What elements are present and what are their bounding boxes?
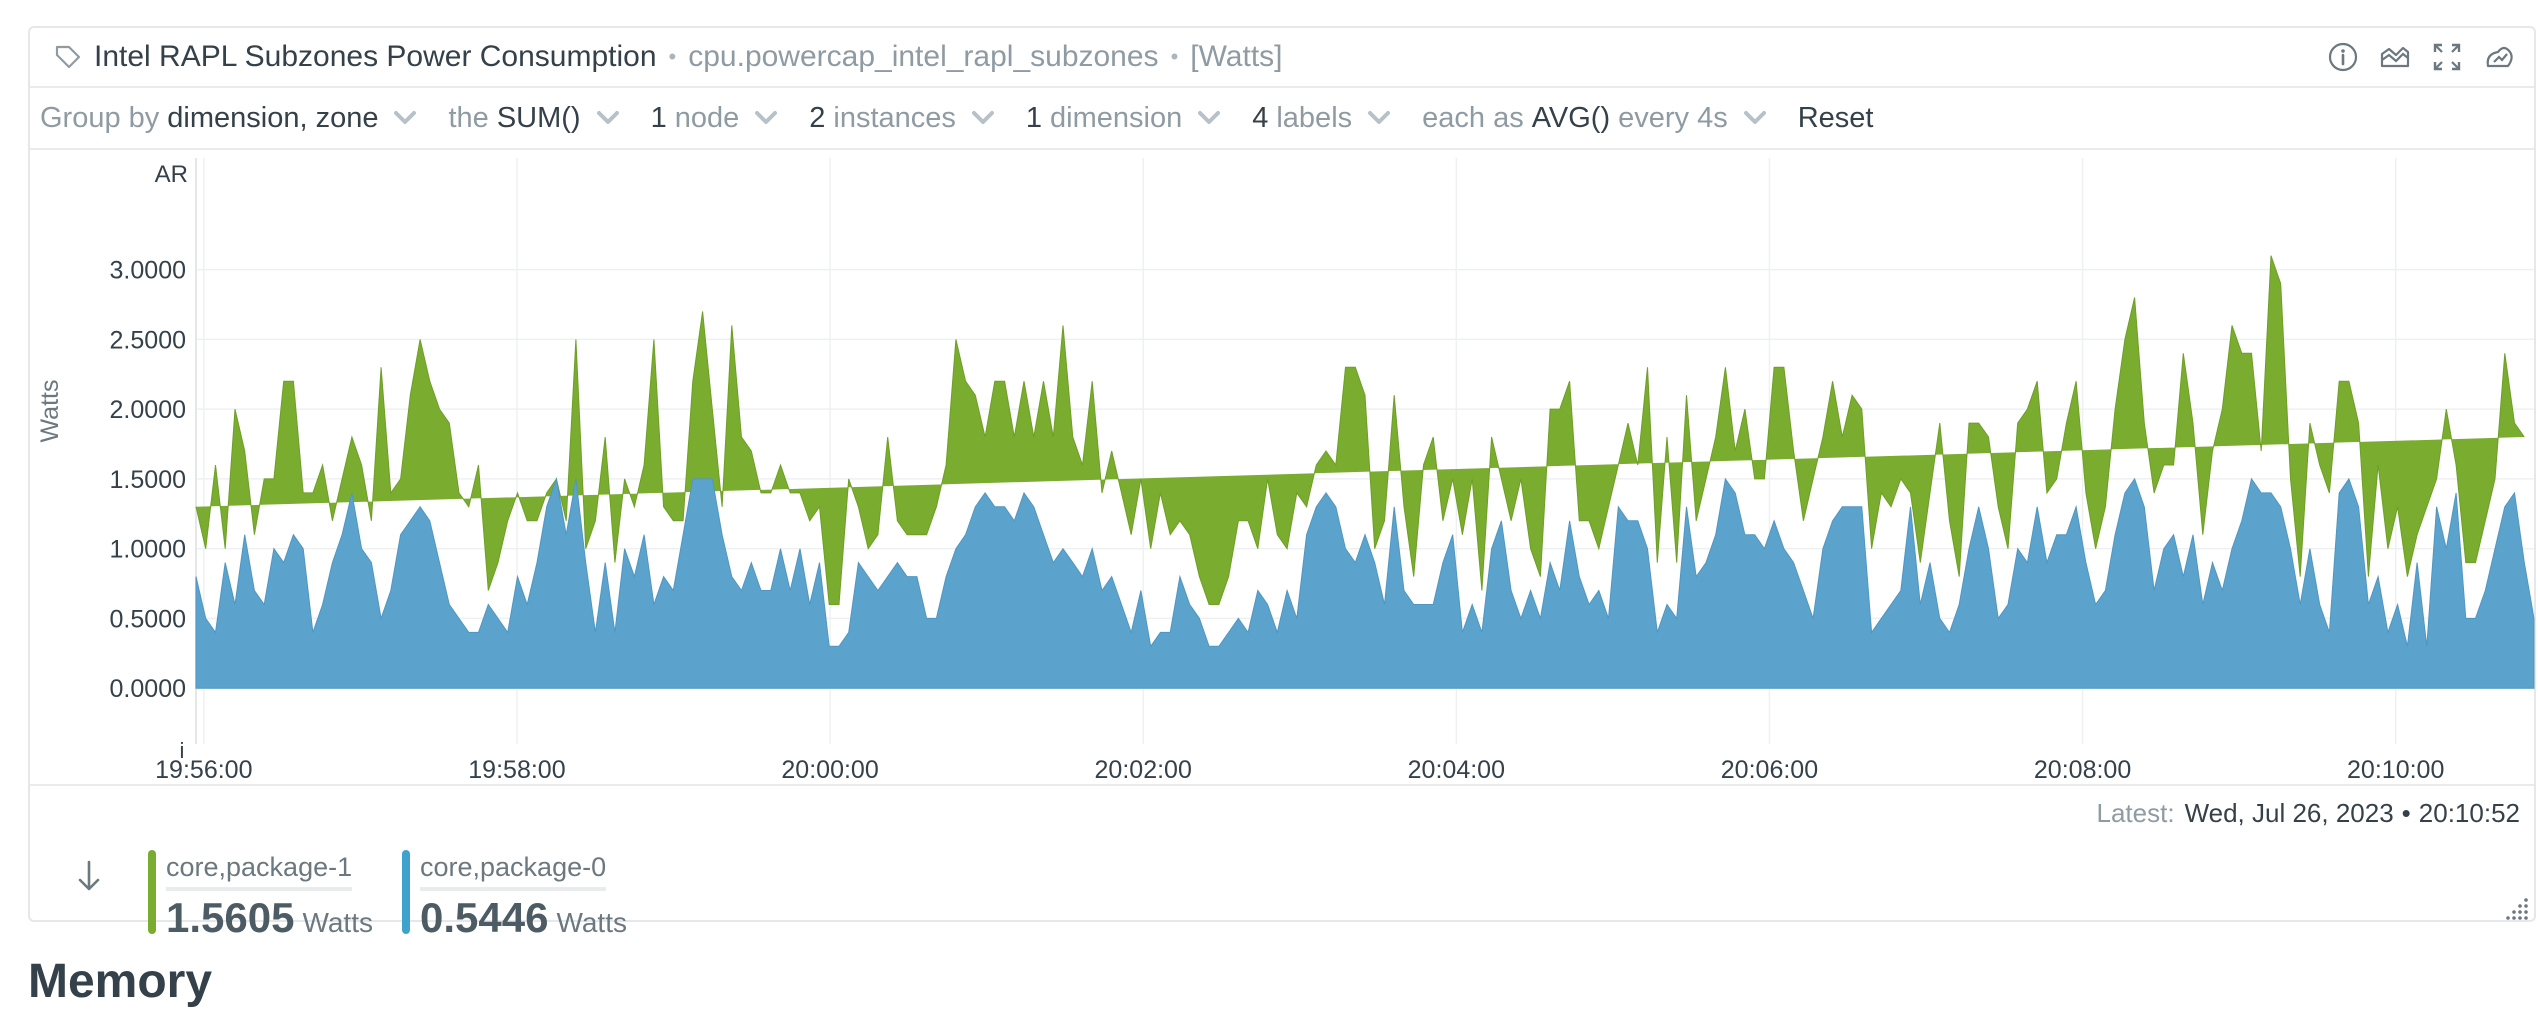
x-tick-label: 20:02:00 — [1095, 756, 1192, 784]
legend-value: 0.5446 Watts — [420, 894, 627, 942]
chart-plot-area[interactable]: 0.0000 0.5000 1.0000 1.5000 2.0000 2.5000 3.00… — [30, 150, 2538, 784]
x-tick-label: 20:08:00 — [2034, 756, 2131, 784]
chevron-down-icon — [1743, 111, 1766, 124]
labels-dropdown[interactable]: 4 labels — [1252, 102, 1392, 135]
aggregation-prefix: the — [448, 101, 489, 134]
nodes-label: node — [674, 101, 740, 134]
group-by-value: dimension, zone — [167, 101, 379, 134]
group-by-dropdown[interactable]: Group by dimension, zone — [40, 102, 418, 135]
chevron-down-icon — [394, 111, 417, 124]
latest-label: Latest: — [2096, 798, 2175, 828]
legend-value: 1.5605 Watts — [166, 894, 373, 942]
y-axis-corner-label: AR — [155, 161, 188, 188]
x-tick-label: 20:10:00 — [2347, 756, 2444, 784]
y-tick-label: 0.5000 — [110, 605, 186, 633]
chart-title-bar: Intel RAPL Subzones Power Consumption • … — [30, 28, 2534, 88]
nodes-dropdown[interactable]: 1 node — [651, 102, 780, 135]
x-axis-corner-label: i — [180, 738, 185, 763]
latest-time: 20:10:52 — [2418, 798, 2520, 828]
section-heading: Memory — [28, 955, 213, 1008]
x-tick-label: 20:00:00 — [781, 756, 878, 784]
tag-icon — [55, 45, 81, 69]
every-label: every 4s — [1618, 101, 1728, 134]
x-tick-label: 20:04:00 — [1408, 756, 1505, 784]
legend-name: core,package-0 — [420, 852, 607, 891]
latest-separator: • — [2401, 798, 2411, 828]
reset-button[interactable]: Reset — [1798, 102, 1874, 135]
aggregation-value: SUM() — [496, 101, 581, 134]
chevron-down-icon — [971, 111, 994, 124]
aggregation-dropdown[interactable]: the SUM() — [448, 102, 620, 135]
chevron-down-icon — [596, 111, 619, 124]
time-aggregation-dropdown[interactable]: each as AVG() every 4s — [1422, 102, 1768, 135]
instances-dropdown[interactable]: 2 instances — [809, 102, 996, 135]
y-tick-label: 0.0000 — [110, 675, 186, 703]
chevron-down-icon — [1198, 111, 1221, 124]
anomaly-icon[interactable] — [2482, 40, 2516, 74]
area-chart[interactable]: 0.0000 0.5000 1.0000 1.5000 2.0000 2.5000 3.00… — [30, 150, 2538, 784]
legend-color-bar — [148, 850, 156, 934]
chart-type-icon[interactable] — [2378, 40, 2412, 74]
legend-name: core,package-1 — [166, 852, 353, 891]
x-tick-label: 19:58:00 — [468, 756, 565, 784]
nodes-count: 1 — [650, 101, 667, 134]
labels-count: 4 — [1252, 101, 1269, 134]
legend-number: 0.5446 — [420, 894, 549, 941]
y-axis-title: Watts — [36, 380, 64, 443]
legend-unit: Watts — [302, 907, 373, 938]
legend-color-bar — [402, 850, 410, 934]
title-separator: • — [668, 44, 677, 69]
resize-handle-icon[interactable] — [2506, 896, 2530, 920]
x-tick-label: 20:06:00 — [1721, 756, 1818, 784]
dimensions-count: 1 — [1025, 101, 1043, 134]
dimensions-dropdown[interactable]: 1 dimension — [1026, 102, 1222, 135]
time-aggregation-value: AVG() — [1531, 101, 1611, 134]
info-icon[interactable] — [2326, 40, 2360, 74]
chart-context: cpu.powercap_intel_rapl_subzones — [688, 40, 1159, 73]
chart-controls: Group by dimension, zone the SUM() 1 nod… — [30, 88, 2534, 150]
arrow-down-icon[interactable] — [74, 856, 104, 896]
chart-units: [Watts] — [1190, 40, 1283, 73]
instances-label: instances — [833, 101, 956, 134]
y-tick-label: 1.5000 — [110, 466, 186, 494]
y-tick-label: 2.0000 — [110, 396, 186, 424]
chevron-down-icon — [755, 111, 778, 124]
dimensions-label: dimension — [1050, 101, 1183, 134]
latest-timestamp: Latest: Wed, Jul 26, 2023 • 20:10:52 — [2097, 798, 2521, 829]
fullscreen-icon[interactable] — [2430, 40, 2464, 74]
latest-date: Wed, Jul 26, 2023 — [2184, 798, 2394, 828]
labels-label: labels — [1276, 101, 1353, 134]
legend-number: 1.5605 — [166, 894, 295, 941]
legend-unit: Watts — [556, 907, 627, 938]
chart-card: Intel RAPL Subzones Power Consumption • … — [28, 26, 2538, 941]
instances-count: 2 — [809, 101, 826, 134]
chart-footer: Latest: Wed, Jul 26, 2023 • 20:10:52 core,p… — [30, 784, 2534, 941]
each-as-label: each as — [1422, 101, 1524, 134]
series-area-core-package-0 — [195, 476, 2535, 689]
y-tick-label: 3.0000 — [110, 257, 186, 285]
y-tick-label: 2.5000 — [110, 326, 186, 354]
chart-actions — [2326, 40, 2516, 74]
title-separator: • — [1170, 44, 1179, 69]
y-tick-label: 1.0000 — [110, 536, 186, 564]
group-by-label: Group by — [40, 101, 160, 134]
chart-title: Intel RAPL Subzones Power Consumption — [94, 40, 657, 73]
x-tick-label: 19:56:00 — [155, 756, 252, 784]
chevron-down-icon — [1368, 111, 1391, 124]
